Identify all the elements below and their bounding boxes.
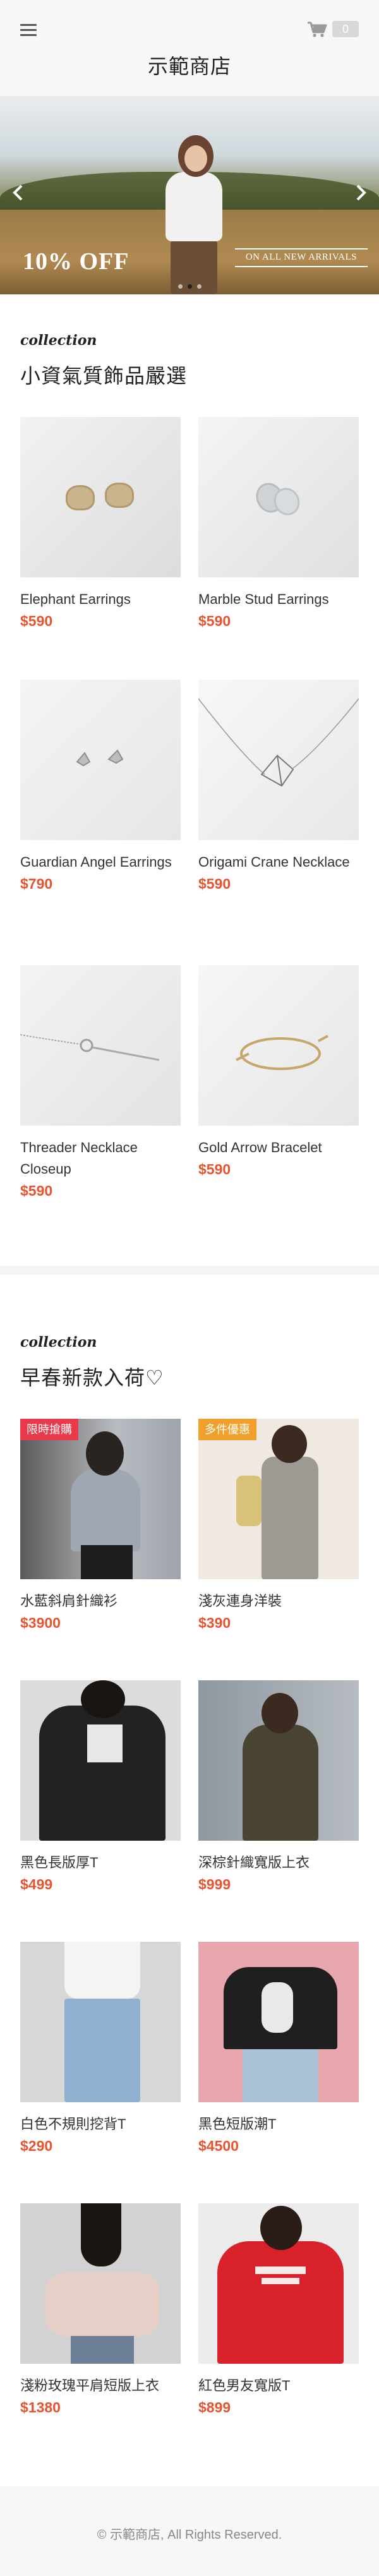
- copyright-text: © 示範商店, All Rights Reserved.: [97, 2528, 282, 2542]
- product-price: $4500: [198, 2138, 239, 2154]
- product-card-red-boyfriend-tee[interactable]: 紅色男友寬版T $899: [198, 2203, 359, 2418]
- product-name[interactable]: 紅色男友寬版T: [198, 2375, 359, 2397]
- product-image[interactable]: [198, 417, 359, 577]
- carousel-next-arrow-icon[interactable]: [351, 183, 370, 202]
- product-name[interactable]: 黑色短版潮T: [198, 2114, 359, 2135]
- product-card-threader-necklace[interactable]: Threader Necklace Closeup $590: [20, 965, 181, 1201]
- product-name[interactable]: 白色不規則挖背T: [20, 2114, 181, 2135]
- product-card-blue-knit[interactable]: 限時搶購 水藍斜肩針織衫 $3900: [20, 1419, 181, 1634]
- site-footer: © 示範商店, All Rights Reserved.: [0, 2486, 379, 2576]
- product-card-gold-arrow-bracelet[interactable]: Gold Arrow Bracelet $590: [198, 965, 359, 1180]
- cart-button[interactable]: 0: [307, 19, 359, 39]
- product-name[interactable]: 水藍斜肩針織衫: [20, 1591, 181, 1612]
- hamburger-menu-icon[interactable]: [20, 24, 37, 37]
- product-image[interactable]: [198, 1680, 359, 1841]
- product-image[interactable]: [20, 680, 181, 840]
- product-card-pink-rose-top[interactable]: 淺粉玫瑰平肩短版上衣 $1380: [20, 2203, 181, 2418]
- product-price: $499: [20, 1876, 53, 1893]
- collection-script-label: collection: [20, 1334, 97, 1351]
- product-price: $590: [198, 1161, 231, 1177]
- product-image[interactable]: [20, 1942, 181, 2102]
- store-title[interactable]: 示範商店: [0, 51, 379, 80]
- product-image[interactable]: [198, 1419, 359, 1579]
- product-image[interactable]: [20, 965, 181, 1126]
- product-name[interactable]: Gold Arrow Bracelet: [198, 1137, 359, 1159]
- cart-count-badge: 0: [332, 21, 359, 37]
- product-price: $1380: [20, 2399, 61, 2416]
- cart-icon: [308, 21, 327, 37]
- collection-title: 早春新款入荷♡: [20, 1366, 164, 1389]
- collection-title: 小資氣質飾品嚴選: [20, 364, 188, 387]
- product-card-black-long-tee[interactable]: 黑色長版厚T $499: [20, 1680, 181, 1895]
- carousel-dot[interactable]: [197, 284, 202, 289]
- product-badge: 限時搶購: [20, 1419, 78, 1440]
- promo-rule-top: [235, 248, 368, 250]
- product-price: $590: [198, 613, 231, 629]
- carousel-dots: [178, 280, 207, 289]
- carousel-prev-arrow-icon[interactable]: [9, 183, 28, 202]
- product-name[interactable]: Threader Necklace Closeup: [20, 1137, 181, 1180]
- product-card-guardian-angel-earrings[interactable]: Guardian Angel Earrings $790: [20, 680, 181, 894]
- product-image[interactable]: [20, 2203, 181, 2364]
- product-card-elephant-earrings[interactable]: Elephant Earrings $590: [20, 417, 181, 632]
- product-price: $899: [198, 2399, 231, 2416]
- product-card-black-crop-tee[interactable]: 黑色短版潮T $4500: [198, 1942, 359, 2157]
- product-price: $590: [20, 613, 53, 629]
- product-image[interactable]: [198, 680, 359, 840]
- product-name[interactable]: Marble Stud Earrings: [198, 589, 359, 610]
- product-image[interactable]: [20, 1419, 181, 1579]
- product-image[interactable]: [198, 1942, 359, 2102]
- product-price: $590: [198, 876, 231, 892]
- product-price: $790: [20, 876, 53, 892]
- product-name[interactable]: Guardian Angel Earrings: [20, 852, 181, 873]
- product-name[interactable]: 深棕針織寬版上衣: [198, 1852, 359, 1874]
- product-image[interactable]: [20, 417, 181, 577]
- product-name[interactable]: 淺灰連身洋裝: [198, 1591, 359, 1612]
- product-name[interactable]: Elephant Earrings: [20, 589, 181, 610]
- product-image[interactable]: [20, 1680, 181, 1841]
- product-card-origami-crane-necklace[interactable]: Origami Crane Necklace $590: [198, 680, 359, 894]
- product-price: $590: [20, 1183, 53, 1199]
- product-card-white-backless-tee[interactable]: 白色不規則挖背T $290: [20, 1942, 181, 2157]
- site-header: 0 示範商店: [0, 0, 379, 96]
- product-price: $390: [198, 1615, 231, 1631]
- promo-rule-bottom: [235, 266, 368, 267]
- product-badge: 多件優惠: [198, 1419, 256, 1440]
- product-name[interactable]: 黑色長版厚T: [20, 1852, 181, 1874]
- section-divider: [0, 1266, 379, 1275]
- collection-script-label: collection: [20, 332, 97, 349]
- product-image[interactable]: [198, 965, 359, 1126]
- product-price: $999: [198, 1876, 231, 1893]
- product-price: $3900: [20, 1615, 61, 1631]
- product-card-marble-stud-earrings[interactable]: Marble Stud Earrings $590: [198, 417, 359, 632]
- promo-subline: ON ALL NEW ARRIVALS: [245, 252, 358, 262]
- carousel-dot-active[interactable]: [188, 284, 192, 289]
- product-name[interactable]: Origami Crane Necklace: [198, 852, 359, 873]
- product-image[interactable]: [198, 2203, 359, 2364]
- carousel-dot[interactable]: [178, 284, 183, 289]
- product-card-grey-dress[interactable]: 多件優惠 淺灰連身洋裝 $390: [198, 1419, 359, 1634]
- product-card-brown-knit[interactable]: 深棕針織寬版上衣 $999: [198, 1680, 359, 1895]
- product-price: $290: [20, 2138, 53, 2154]
- product-name[interactable]: 淺粉玫瑰平肩短版上衣: [20, 2375, 181, 2397]
- promo-headline: 10% OFF: [23, 248, 129, 275]
